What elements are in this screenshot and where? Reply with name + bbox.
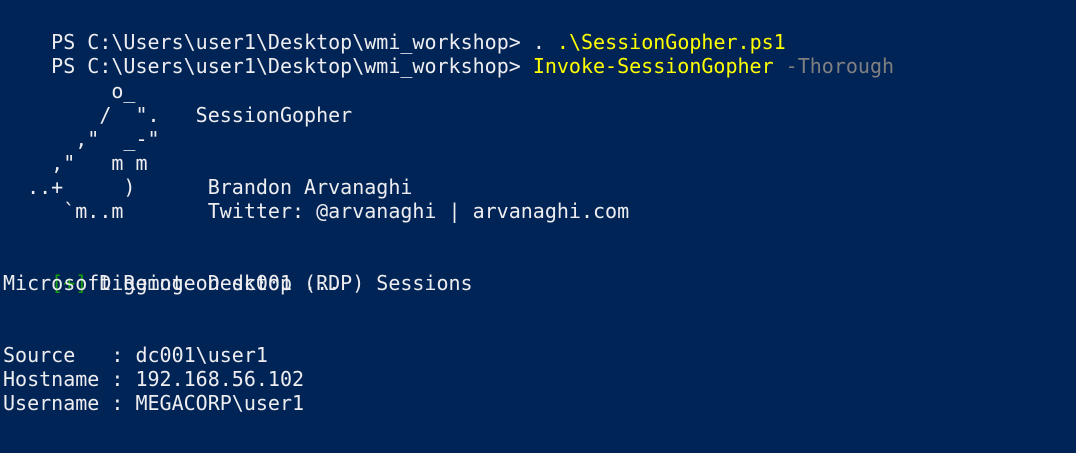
- banner-line-4: ," m m: [3, 151, 148, 175]
- banner-line-3: ," _-": [3, 127, 160, 151]
- field-source: Source : dc001\user1: [3, 343, 268, 367]
- powershell-terminal[interactable]: PS C:\Users\user1\Desktop\wmi_workshop> …: [0, 0, 1076, 453]
- banner-line-2: / ". SessionGopher: [3, 103, 353, 127]
- section-title: Microsoft Remote Desktop (RDP) Sessions: [3, 271, 473, 295]
- prompt-path: PS C:\Users\user1\Desktop\wmi_workshop>: [51, 54, 533, 78]
- field-hostname: Hostname : 192.168.56.102: [3, 367, 305, 391]
- banner-line-1: o_: [3, 79, 136, 103]
- prompt-line-1: PS C:\Users\user1\Desktop\wmi_workshop> …: [3, 6, 786, 54]
- banner-line-6: `m..m Twitter: @arvanaghi | arvanaghi.co…: [3, 199, 630, 223]
- field-username: Username : MEGACORP\user1: [3, 391, 305, 415]
- banner-line-5: ..+ ) Brandon Arvanaghi: [3, 175, 413, 199]
- command-name: Invoke-SessionGopher: [532, 54, 774, 78]
- status-line-digging: [+] Digging on dc001 ...: [3, 247, 340, 295]
- prompt-line-2: PS C:\Users\user1\Desktop\wmi_workshop> …: [3, 30, 894, 78]
- command-parameter: -Thorough: [773, 54, 895, 78]
